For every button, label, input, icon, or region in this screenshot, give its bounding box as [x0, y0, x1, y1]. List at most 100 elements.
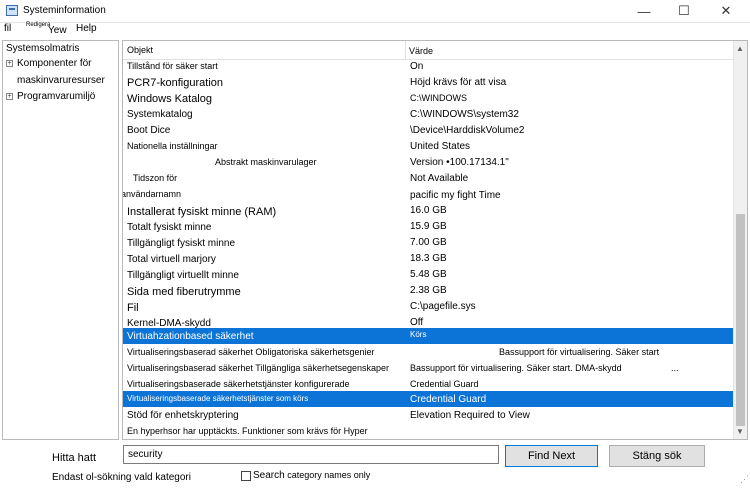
row-item: Total virtuell marjory — [127, 254, 216, 265]
row-value: On — [410, 61, 424, 72]
row-item: Fil — [127, 302, 139, 314]
menu-help[interactable]: Help — [76, 23, 97, 34]
row-item: Virtualiseringsbaserade säkerhetstjänste… — [127, 394, 309, 403]
table-row[interactable]: Sida med fiberutrymme 2.38 GB — [123, 283, 734, 299]
row-value: United States — [410, 141, 471, 152]
row-value: 15.9 GB — [410, 221, 447, 232]
title-bar: Systeminformation — ☐ ✕ — [0, 0, 750, 23]
tree-item-software-environment[interactable]: + Programvarumiljö — [6, 91, 95, 102]
scrollbar-thumb[interactable] — [736, 214, 745, 426]
minimize-button[interactable]: — — [624, 0, 664, 22]
tree-item-components[interactable]: + Komponenter för — [6, 58, 92, 69]
row-value: Elevation Required to View — [410, 410, 530, 421]
row-item: Systemkatalog — [127, 109, 193, 120]
table-row[interactable]: Boot Dice \Device\HarddiskVolume2 — [123, 123, 734, 139]
column-header-value[interactable]: Värde — [409, 46, 433, 56]
tree-item-hardware-resources[interactable]: maskinvaruresurser — [17, 75, 105, 86]
table-row[interactable]: Windows Katalog C:\WINDOWS — [123, 91, 734, 107]
row-item: Stöd för enhetskryptering — [127, 410, 239, 421]
menu-bar: fil Redigera Yew Help — [0, 22, 750, 38]
row-item: Tillgängligt fysiskt minne — [127, 238, 236, 249]
find-what-label: Hitta hatt — [52, 452, 97, 464]
search-selected-category-only-label[interactable]: Endast ol-sökning vald kategori — [52, 472, 191, 483]
table-row[interactable]: Abstrakt maskinvarulager Version •100.17… — [123, 155, 734, 171]
table-row[interactable]: Fil C:\pagefile.sys — [123, 299, 734, 315]
row-value: 16.0 GB — [410, 205, 447, 216]
row-item: användarnamn — [122, 189, 182, 199]
close-find-button[interactable]: Stäng sök — [609, 445, 705, 467]
table-row[interactable]: Installerat fysiskt minne (RAM) 16.0 GB — [123, 203, 734, 219]
column-header-item[interactable]: Objekt — [127, 45, 153, 55]
system-information-icon — [6, 5, 18, 16]
row-value: Höjd krävs för att visa — [410, 77, 507, 88]
resize-grip-icon[interactable]: ⋰ — [740, 474, 749, 485]
row-value: Off — [410, 317, 424, 328]
scroll-down-icon[interactable]: ▼ — [736, 427, 744, 436]
row-value: Not Available — [410, 173, 469, 184]
table-row[interactable]: Systemkatalog C:\WINDOWS\system32 — [123, 107, 734, 123]
table-row[interactable]: Tidszon för Not Available — [123, 171, 734, 187]
row-value: 7.00 GB — [410, 237, 447, 248]
vertical-scrollbar[interactable]: ▲ ▼ — [733, 41, 747, 439]
tree-item-label: Komponenter för — [17, 58, 92, 69]
tree-root-system-summary[interactable]: Systemsolmatris — [6, 43, 79, 54]
find-next-button[interactable]: Find Next — [505, 445, 598, 467]
search-category-names-checkbox[interactable] — [241, 471, 251, 481]
window-title: Systeminformation — [23, 5, 106, 16]
tree-item-label: Programvarumiljö — [17, 91, 96, 102]
category-tree[interactable]: Systemsolmatris + Komponenter för maskinv… — [2, 40, 119, 440]
details-list[interactable]: Objekt Värde Tillstånd för säker start O… — [122, 40, 748, 440]
table-row[interactable]: Nationella inställningar United States — [123, 139, 734, 155]
scroll-up-icon[interactable]: ▲ — [736, 44, 744, 53]
table-row[interactable]: Total virtuell marjory 18.3 GB — [123, 251, 734, 267]
close-button[interactable]: ✕ — [706, 0, 746, 22]
find-input[interactable] — [123, 445, 499, 464]
table-row[interactable]: Tillstånd för säker start On — [123, 59, 734, 75]
table-row[interactable]: Tillgängligt virtuellt minne 5.48 GB — [123, 267, 734, 283]
search-category-names-label[interactable]: Search category names only — [253, 470, 370, 481]
menu-view[interactable]: Yew — [48, 25, 67, 36]
row-overflow-ellipsis: ... — [671, 363, 679, 373]
tree-item-label: maskinvaruresurser — [17, 75, 105, 86]
table-row-selected[interactable]: Virtuahzationbased säkerhet Körs — [123, 328, 734, 344]
menu-file[interactable]: fil — [4, 23, 11, 34]
row-value: Version •100.17134.1" — [410, 157, 509, 168]
row-item: Windows Katalog — [127, 93, 212, 105]
table-row-selected[interactable]: Virtualiseringsbaserade säkerhetstjänste… — [123, 391, 734, 407]
table-row[interactable]: användarnamn pacific my fight Time — [123, 187, 734, 203]
expand-icon[interactable]: + — [6, 60, 13, 67]
row-value: Credential Guard — [410, 379, 479, 389]
list-header: Objekt Värde — [123, 41, 734, 60]
row-item: Totalt fysiskt minne — [127, 222, 212, 233]
table-row[interactable]: Totalt fysiskt minne 15.9 GB — [123, 219, 734, 235]
column-divider[interactable] — [405, 41, 406, 59]
row-item: Tillstånd för säker start — [127, 61, 218, 71]
row-value: C:\WINDOWS — [410, 93, 467, 103]
row-item: Virtualiseringsbaserad säkerhet Obligato… — [127, 347, 375, 357]
expand-icon[interactable]: + — [6, 93, 13, 100]
table-row[interactable]: Tillgängligt fysiskt minne 7.00 GB — [123, 235, 734, 251]
menu-edit[interactable]: Redigera — [26, 22, 50, 28]
row-value: 18.3 GB — [410, 253, 447, 264]
table-row[interactable]: PCR7-konfiguration Höjd krävs för att vi… — [123, 75, 734, 91]
maximize-button[interactable]: ☐ — [664, 0, 704, 22]
row-value: Credential Guard — [410, 394, 487, 405]
table-row[interactable]: Virtualiseringsbaserad säkerhet Obligato… — [123, 345, 734, 361]
row-item: Tidszon för — [133, 173, 178, 183]
row-item: PCR7-konfiguration — [127, 77, 223, 89]
checkbox-label-part: category names only — [284, 470, 371, 480]
row-item: Virtualiseringsbaserad säkerhet Tillgäng… — [127, 363, 389, 373]
table-row[interactable]: En hyperhsor har upptäckts. Funktioner s… — [123, 424, 734, 439]
row-item: Nationella inställningar — [127, 141, 218, 151]
row-value: 5.48 GB — [410, 269, 447, 280]
row-value: Bassupport för virtualisering. Säker sta… — [410, 363, 622, 373]
row-value: Bassupport för virtualisering. Säker sta… — [499, 347, 660, 357]
row-value: C:\WINDOWS\system32 — [410, 109, 519, 120]
row-value: 2.38 GB — [410, 285, 447, 296]
row-value: C:\pagefile.sys — [410, 301, 476, 312]
row-item: Boot Dice — [127, 125, 171, 136]
table-row[interactable]: Stöd för enhetskryptering Elevation Requ… — [123, 408, 734, 424]
row-item: Abstrakt maskinvarulager — [215, 157, 317, 167]
row-item: Virtuahzationbased säkerhet — [127, 331, 254, 342]
table-row[interactable]: Virtualiseringsbaserad säkerhet Tillgäng… — [123, 361, 734, 377]
